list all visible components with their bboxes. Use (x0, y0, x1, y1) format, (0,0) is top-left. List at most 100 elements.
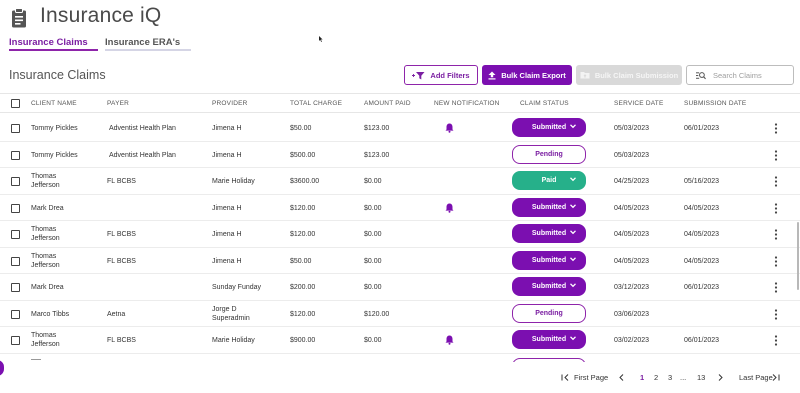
header-claim-status[interactable]: CLAIM STATUS (520, 100, 569, 107)
payer: FL BCBS (107, 178, 136, 185)
table-row: Thomas Jefferson FL BCBS Marie Holiday $3600… (0, 168, 800, 195)
claim-status-label: Submitted (531, 336, 567, 343)
table-scrollbar-thumb[interactable] (797, 222, 799, 290)
client-name: Jefferson (31, 261, 60, 269)
total-charge: $50.00 (290, 125, 312, 132)
more-options-icon[interactable] (773, 282, 779, 293)
amount-paid: $123.00 (364, 151, 390, 159)
search-claims-input[interactable] (713, 70, 793, 80)
table-row-partial (0, 356, 800, 362)
next-page-icon[interactable] (718, 374, 723, 381)
floating-action-button[interactable] (0, 360, 4, 376)
claim-status-paid[interactable]: Paid (512, 171, 586, 190)
payer: Adventist Health Plan (109, 151, 176, 159)
more-options-icon[interactable] (773, 202, 779, 214)
header-payer[interactable]: PAYER (107, 100, 129, 107)
claim-status-submitted[interactable]: Submitted (512, 330, 586, 349)
bulk-claim-export-button[interactable]: Bulk Claim Export (482, 65, 572, 85)
total-charge: $120.00 (290, 310, 316, 318)
service-date: 05/03/2023 (614, 151, 650, 159)
row-checkbox[interactable] (11, 230, 20, 239)
provider: Jimena H (212, 125, 242, 132)
previous-page-icon[interactable] (619, 374, 624, 381)
total-charge: $120.00 (290, 231, 316, 238)
claim-status-submitted[interactable]: Submitted (512, 197, 586, 217)
chevron-down-icon (570, 203, 576, 208)
row-checkbox[interactable] (11, 256, 20, 266)
submission-date: 06/01/2023 (684, 284, 720, 291)
provider: Jimena H (212, 204, 242, 212)
claim-status-pending[interactable]: Pending (512, 144, 586, 164)
row-checkbox[interactable] (11, 177, 20, 186)
more-options-icon[interactable] (773, 308, 779, 320)
header-new-notification[interactable]: NEW NOTIFICATION (434, 100, 500, 107)
row-checkbox[interactable] (11, 283, 20, 292)
page-3[interactable]: 3 (668, 373, 672, 382)
inactive-tab-indicator (105, 49, 191, 51)
notification-bell-icon[interactable] (445, 203, 454, 213)
notification-bell-icon[interactable] (445, 123, 454, 133)
header-total-charge[interactable]: TOTAL CHARGE (290, 100, 342, 107)
page-2[interactable]: 2 (654, 373, 658, 382)
page-ellipsis: ... (680, 373, 687, 382)
claim-status-submitted[interactable]: Submitted (512, 277, 586, 296)
table-row: Thomas Jefferson FL BCBS Marie Holiday $900.… (0, 327, 800, 354)
amount-paid: $0.00 (364, 231, 382, 238)
first-page-icon[interactable] (561, 374, 569, 381)
payer: FL BCBS (107, 231, 136, 238)
table-row: Tommy Pickles Adventist Health Plan Jimena… (0, 142, 800, 168)
service-date: 04/05/2023 (614, 257, 650, 265)
more-options-icon[interactable] (773, 123, 779, 134)
row-checkbox[interactable] (11, 124, 20, 133)
tab-insurance-claims[interactable]: Insurance Claims (9, 37, 88, 48)
more-options-icon[interactable] (773, 176, 779, 187)
header-client-name[interactable]: CLIENT NAME (31, 100, 77, 107)
last-page-icon[interactable] (772, 374, 780, 381)
amount-paid: $0.00 (364, 284, 382, 291)
provider: Jimena H (212, 151, 242, 159)
tab-insurance-eras[interactable]: Insurance ERA's (105, 37, 180, 48)
notification-bell-icon[interactable] (445, 335, 454, 345)
header-service-date[interactable]: SERVICE DATE (614, 100, 663, 107)
upload-icon (488, 71, 496, 79)
service-date: 04/05/2023 (614, 204, 650, 212)
claim-status-submitted[interactable]: Submitted (512, 224, 586, 243)
header-amount-paid[interactable]: AMOUNT PAID (364, 100, 411, 107)
header-submission-date[interactable]: SUBMISSION DATE (684, 100, 746, 107)
client-name: Mark Drea (31, 204, 64, 212)
client-name: Jefferson (31, 235, 60, 242)
row-checkbox[interactable] (11, 336, 20, 345)
payer: Adventist Health Plan (109, 125, 176, 132)
more-options-icon[interactable] (773, 335, 779, 346)
header-provider[interactable]: PROVIDER (212, 100, 248, 107)
select-all-checkbox[interactable] (11, 99, 20, 108)
more-options-icon[interactable] (773, 229, 779, 240)
client-name: Thomas (31, 226, 57, 233)
claim-status-label: Submitted (531, 124, 567, 131)
claim-status-pending[interactable]: Pending (512, 303, 586, 323)
more-options-icon[interactable] (773, 149, 779, 161)
clipboard-icon (12, 8, 26, 28)
row-checkbox[interactable] (11, 203, 20, 213)
row-checkbox[interactable] (11, 309, 20, 319)
add-filters-button[interactable]: Add Filters (404, 65, 478, 85)
last-page-button[interactable]: Last Page (739, 373, 773, 382)
row-checkbox[interactable] (11, 150, 20, 160)
client-name: Jefferson (31, 182, 60, 189)
amount-paid: $0.00 (364, 337, 382, 344)
claim-status-submitted[interactable]: Submitted (512, 118, 586, 137)
total-charge: $200.00 (290, 284, 316, 291)
bulk-claim-submission-button[interactable]: Bulk Claim Submission (576, 65, 682, 85)
submission-date: 04/05/2023 (684, 257, 720, 265)
provider: Superadmin (212, 314, 250, 322)
first-page-button[interactable]: First Page (574, 373, 608, 382)
submission-date: 06/01/2023 (684, 125, 720, 132)
table-row: Mark Drea Sunday Funday $200.00 $0.00 Submit… (0, 274, 800, 301)
page-13[interactable]: 13 (697, 373, 705, 382)
page-1[interactable]: 1 (640, 373, 644, 382)
table-row: Mark Drea Jimena H $120.00 $0.00 Submitted 04… (0, 195, 800, 221)
more-options-icon[interactable] (773, 255, 779, 267)
claim-status-submitted[interactable]: Submitted (512, 250, 586, 270)
bulk-claim-submission-label: Bulk Claim Submission (594, 70, 679, 80)
provider: Sunday Funday (212, 284, 262, 291)
